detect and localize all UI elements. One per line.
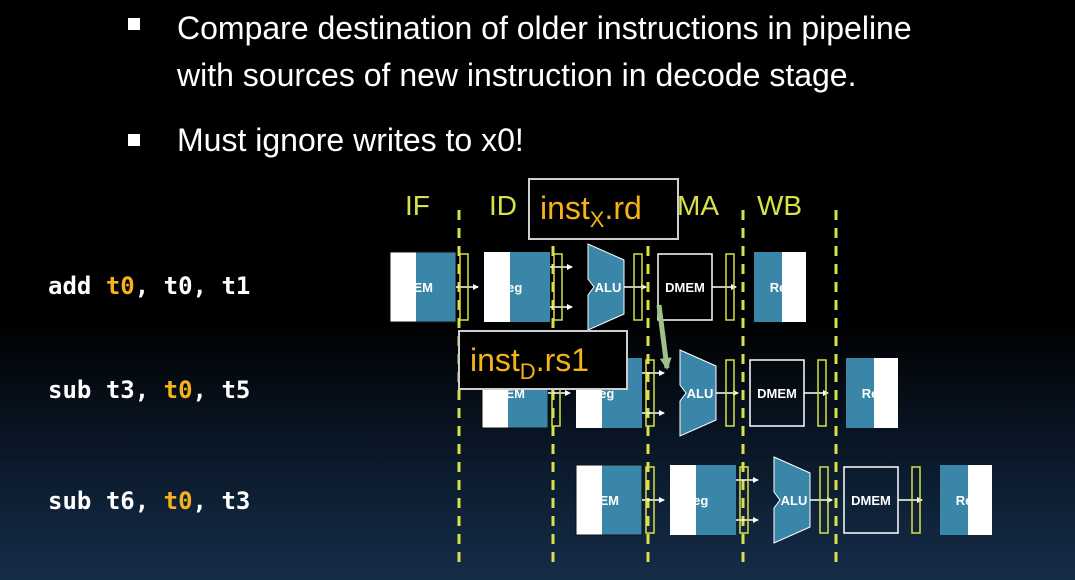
pipeline-diagram: IF ID EX MA WB IMEMRegALUDMEMRegIMEMRegA… xyxy=(389,190,992,570)
dependency-arrow xyxy=(656,304,672,370)
callout-subscript: D xyxy=(519,359,536,384)
imem-label: IMEM xyxy=(585,493,619,508)
callout-field: .rd xyxy=(604,190,642,226)
stage-label-id: ID xyxy=(489,190,517,221)
imem-label: IMEM xyxy=(399,280,433,295)
dmem-label: DMEM xyxy=(757,386,797,401)
callout-inst-rd: instX.rd xyxy=(528,178,679,240)
alu-label: ALU xyxy=(781,493,808,508)
reg-label: Reg xyxy=(498,280,523,295)
wb-reg-label: Reg xyxy=(770,280,795,295)
callout-base: inst xyxy=(540,190,590,226)
alu-label: ALU xyxy=(595,280,622,295)
alu-label: ALU xyxy=(687,386,714,401)
wb-reg-label: Reg xyxy=(956,493,981,508)
callout-base: inst xyxy=(470,342,520,378)
stage-label-wb: WB xyxy=(757,190,802,221)
dmem-label: DMEM xyxy=(665,280,705,295)
callout-subscript: X xyxy=(589,207,605,232)
callout-field: .rs1 xyxy=(535,342,590,378)
stage-label-ma: MA xyxy=(677,190,719,221)
stage-label-if: IF xyxy=(405,190,430,221)
reg-label: Reg xyxy=(684,493,709,508)
wb-reg-label: Reg xyxy=(862,386,887,401)
callout-inst-rs1: instD.rs1 xyxy=(458,330,628,390)
pipeline-latch xyxy=(553,253,563,321)
dmem-label: DMEM xyxy=(851,493,891,508)
